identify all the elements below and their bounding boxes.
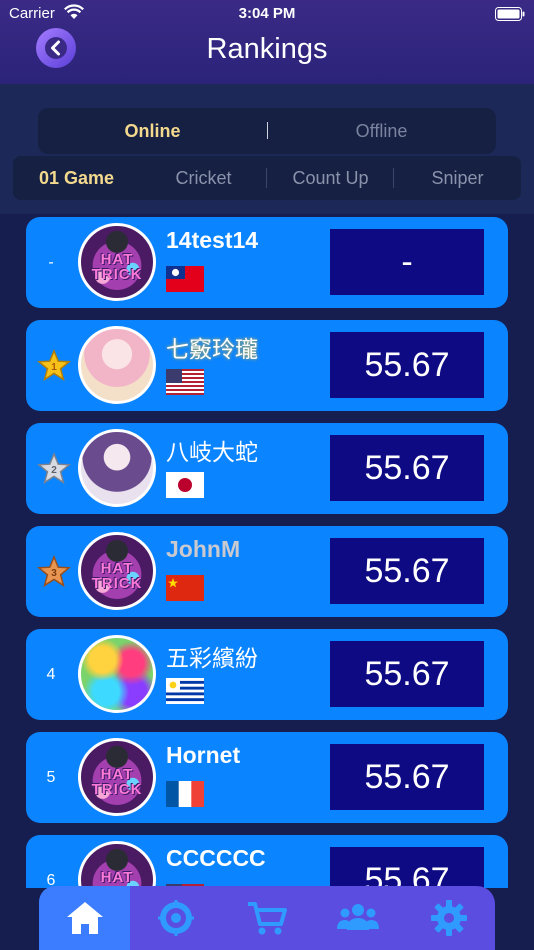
tab-home[interactable] xyxy=(39,886,130,950)
avatar xyxy=(78,326,156,404)
ranking-row[interactable]: 2 八岐大蛇 55.67 xyxy=(26,423,508,514)
status-time: 3:04 PM xyxy=(238,5,296,22)
score-box: - xyxy=(330,229,484,295)
avatar-logo-text: HAT TRICK xyxy=(91,560,143,592)
score-box: 55.67 xyxy=(330,538,484,604)
score-box: 55.67 xyxy=(330,435,484,501)
tab-sniper[interactable]: Sniper xyxy=(394,156,521,200)
rank-number: 5 xyxy=(46,768,56,786)
target-icon xyxy=(157,900,194,936)
avatar: HAT TRICK xyxy=(78,532,156,610)
score-box: 55.67 xyxy=(330,332,484,398)
top-header: Carrier 3:04 PM Rankings xyxy=(0,0,534,84)
player-name: JohnM xyxy=(166,536,241,562)
taiwan-flag-icon xyxy=(166,266,204,292)
avatar xyxy=(78,635,156,713)
tab-offline[interactable]: Offline xyxy=(267,108,496,154)
ranking-row[interactable]: 4 五彩繽紛 55.67 xyxy=(26,629,508,720)
player-name: CCCCCC xyxy=(166,845,266,871)
avatar: HAT TRICK xyxy=(78,841,156,888)
gold-star-medal-icon: 1 xyxy=(37,349,71,382)
score-box: 55.67 xyxy=(330,744,484,810)
avatar xyxy=(78,429,156,507)
battery-icon xyxy=(495,7,525,21)
tab-online[interactable]: Online xyxy=(38,108,267,154)
medal-rank-text: 1 xyxy=(51,362,57,373)
ranking-row[interactable]: 6 HAT TRICK CCCCCC 55.67 xyxy=(26,835,508,888)
rank-number: - xyxy=(48,253,54,271)
rank-number: 4 xyxy=(46,665,56,683)
ranking-row[interactable]: 3 HAT TRICK JohnM 55.67 xyxy=(26,526,508,617)
cart-icon xyxy=(247,902,287,935)
tab-cricket[interactable]: Cricket xyxy=(140,156,267,200)
medal-rank-text: 2 xyxy=(51,465,57,476)
tab-01-game[interactable]: 01 Game xyxy=(13,156,140,200)
friends-icon xyxy=(336,904,379,930)
player-name: 14test14 xyxy=(166,227,259,253)
score-box: 55.67 xyxy=(330,641,484,707)
uruguay-flag-icon xyxy=(166,678,204,704)
tab-settings[interactable] xyxy=(403,886,494,950)
page-title: Rankings xyxy=(206,33,328,65)
home-icon xyxy=(66,902,103,934)
tab-target[interactable] xyxy=(130,886,221,950)
medal-rank-text: 3 xyxy=(51,568,57,579)
avatar-logo-text: HAT TRICK xyxy=(91,766,143,798)
japan-flag-icon xyxy=(166,472,204,498)
bottom-tab-bar xyxy=(39,886,495,950)
player-name: 七竅玲瓏 xyxy=(166,336,258,362)
score-box: 55.67 xyxy=(330,847,484,888)
status-bar: Carrier 3:04 PM xyxy=(0,0,534,28)
game-segmented-control: 01 Game Cricket Count Up Sniper xyxy=(13,156,521,200)
bronze-star-medal-icon: 3 xyxy=(37,555,71,588)
ranking-list[interactable]: - HAT TRICK 14test14 - 1 七竅玲瓏 55.67 2 八岐… xyxy=(0,214,534,888)
ranking-row[interactable]: - HAT TRICK 14test14 - xyxy=(26,217,508,308)
avatar: HAT TRICK xyxy=(78,223,156,301)
ranking-row[interactable]: 5 HAT TRICK Hornet 55.67 xyxy=(26,732,508,823)
china-flag-icon xyxy=(166,575,204,601)
ranking-row[interactable]: 1 七竅玲瓏 55.67 xyxy=(26,320,508,411)
player-name: 八岐大蛇 xyxy=(166,439,258,465)
avatar: HAT TRICK xyxy=(78,738,156,816)
gear-icon xyxy=(430,900,467,936)
rank-number: 6 xyxy=(46,871,56,889)
avatar-logo-text: HAT TRICK xyxy=(91,251,143,283)
silver-star-medal-icon: 2 xyxy=(37,452,71,485)
mode-segmented-control: Online Offline xyxy=(38,108,496,154)
tab-count-up[interactable]: Count Up xyxy=(267,156,394,200)
player-name: 五彩繽紛 xyxy=(166,645,258,671)
tab-friends[interactable] xyxy=(312,886,403,950)
usa-flag-icon xyxy=(166,369,204,395)
filter-area: Online Offline 01 Game Cricket Count Up … xyxy=(0,84,534,214)
player-name: Hornet xyxy=(166,742,241,768)
france-flag-icon xyxy=(166,781,204,807)
tab-shop[interactable] xyxy=(221,886,312,950)
